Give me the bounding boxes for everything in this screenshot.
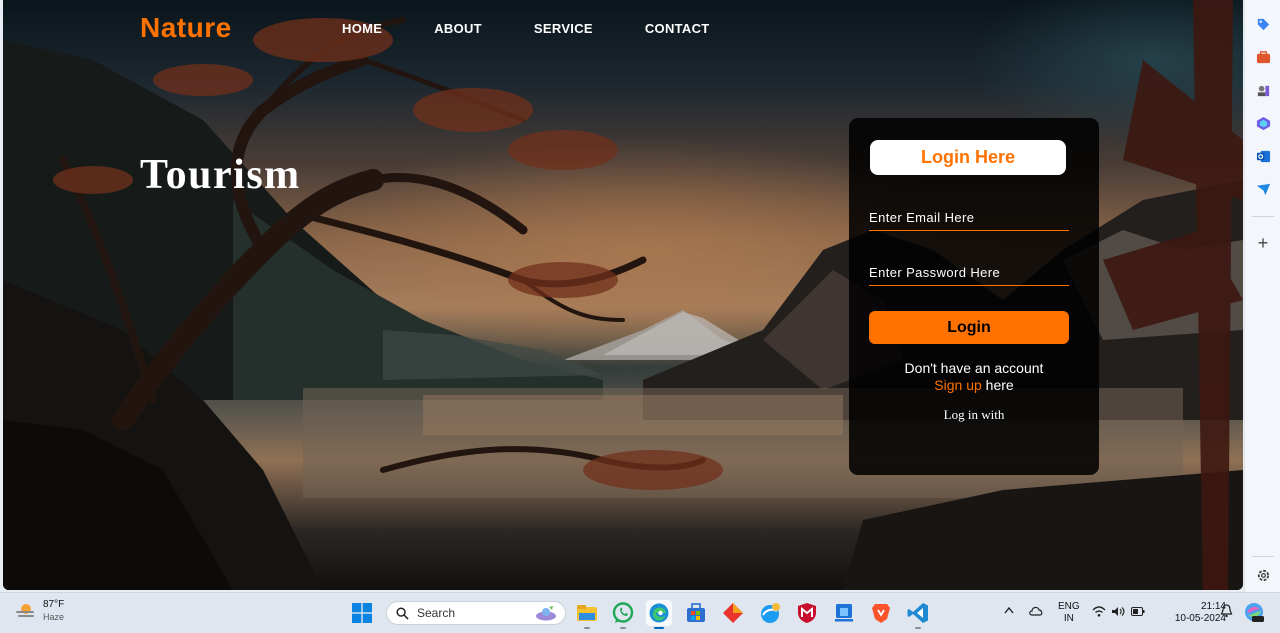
nav-home[interactable]: HOME <box>342 21 382 36</box>
login-with-text: Log in with <box>943 407 1005 422</box>
search-label: Search <box>417 606 456 620</box>
email-field[interactable] <box>869 204 1069 231</box>
windows-start-icon[interactable] <box>352 603 372 623</box>
copilot-icon[interactable] <box>1255 115 1271 131</box>
battery-icon[interactable] <box>1131 607 1145 619</box>
search-icon <box>396 606 409 620</box>
language-indicator[interactable]: ENG IN <box>1058 601 1080 625</box>
chevron-up-icon[interactable] <box>1004 606 1014 617</box>
webpage-viewport: Nature HOME ABOUT SERVICE CONTACT Touris… <box>3 0 1243 590</box>
login-button[interactable]: Login <box>869 311 1069 344</box>
haze-icon <box>16 604 34 617</box>
wifi-icon[interactable] <box>1092 606 1106 620</box>
signup-suffix-text: here <box>981 377 1014 393</box>
search-highlight-icon <box>536 606 556 621</box>
nav-contact[interactable]: CONTACT <box>645 21 710 36</box>
cloud-sync-icon[interactable] <box>1028 605 1044 620</box>
account-prompt-text: Don't have an account <box>904 360 1044 376</box>
add-icon[interactable]: + <box>1255 233 1271 253</box>
file-explorer-icon[interactable] <box>574 600 600 629</box>
login-card: Login Here Login Don't have an account S… <box>849 118 1099 475</box>
weather-temperature: 87°F <box>43 599 65 610</box>
store-icon[interactable] <box>683 600 709 626</box>
signup-prompt: Don't have an account Sign up here <box>849 360 1099 394</box>
tag-icon[interactable] <box>1255 16 1271 32</box>
send-icon[interactable] <box>1255 181 1271 197</box>
clock[interactable]: 21:14 10-05-2024 <box>1158 601 1226 625</box>
language-region: IN <box>1063 613 1074 624</box>
password-field[interactable] <box>869 259 1069 286</box>
main-nav: HOME ABOUT SERVICE CONTACT <box>342 21 710 36</box>
edge-sidebar: + <box>1244 0 1280 592</box>
diamond-app-icon[interactable] <box>720 600 746 626</box>
hero-title: Tourism <box>140 152 301 198</box>
sidebar-divider <box>1252 216 1274 217</box>
language-code: ENG <box>1058 601 1080 612</box>
settings-icon[interactable] <box>1255 567 1271 583</box>
site-logo[interactable]: Nature <box>140 12 232 44</box>
mcafee-icon[interactable] <box>794 600 820 626</box>
sidebar-divider-bottom <box>1252 556 1274 557</box>
briefcase-icon[interactable] <box>1255 49 1271 65</box>
weather-condition: Haze <box>43 612 65 622</box>
taskbar-search[interactable]: Search <box>386 601 566 625</box>
copilot-taskbar-icon[interactable] <box>1243 601 1265 626</box>
vscode-icon[interactable] <box>905 600 931 629</box>
brave-icon[interactable] <box>868 600 894 626</box>
signup-link[interactable]: Sign up <box>934 377 981 393</box>
system-tray: ENG IN 21:14 10-05-2024 <box>1000 593 1280 633</box>
volume-icon[interactable] <box>1111 606 1125 620</box>
weather-widget[interactable]: 87°F Haze <box>14 599 64 623</box>
notification-bell-icon[interactable] <box>1220 604 1233 621</box>
chess-icon[interactable] <box>1255 82 1271 98</box>
outlook-icon[interactable] <box>1255 148 1271 164</box>
edge-icon[interactable] <box>646 600 672 629</box>
whatsapp-icon[interactable] <box>610 600 636 629</box>
taskbar: 87°F Haze Search ENG IN 21:14 10-05-2024 <box>0 592 1280 633</box>
nav-about[interactable]: ABOUT <box>434 21 482 36</box>
nav-service[interactable]: SERVICE <box>534 21 593 36</box>
clock-date: 10-05-2024 <box>1174 613 1226 624</box>
browser-icon[interactable] <box>757 600 783 626</box>
phone-link-icon[interactable] <box>831 600 857 626</box>
login-heading: Login Here <box>870 140 1066 175</box>
